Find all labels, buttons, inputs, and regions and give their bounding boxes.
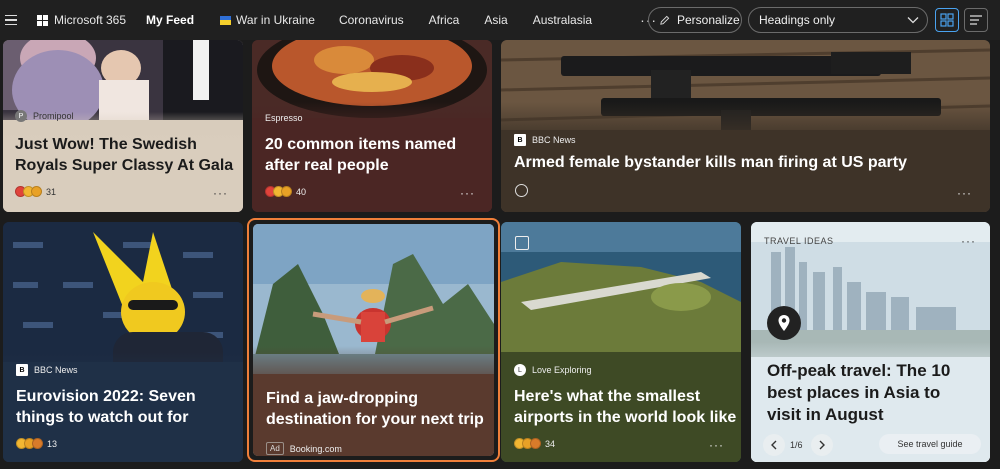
ukraine-flag-icon <box>220 15 232 25</box>
view-mode-select[interactable]: Headings only <box>748 7 928 33</box>
ad-card-booking[interactable]: Find a jaw-dropping destination for your… <box>247 218 500 462</box>
nav-label: Australasia <box>532 13 593 27</box>
carousel-prev-button[interactable] <box>763 434 785 456</box>
source-name: Love Exploring <box>532 365 592 375</box>
card-more-icon[interactable]: ··· <box>961 234 976 248</box>
personalize-button[interactable]: Personalize <box>648 7 742 33</box>
gallery-icon <box>515 236 529 250</box>
source-name: BBC News <box>532 135 576 145</box>
promipool-logo-icon: P <box>15 110 27 122</box>
source-name: Promipool <box>33 111 74 121</box>
card-more-icon[interactable]: ··· <box>957 186 972 200</box>
advertiser-name: Booking.com <box>289 443 342 454</box>
reaction-emojis-icon <box>16 438 43 449</box>
location-pin-icon <box>767 306 801 340</box>
personalize-label: Personalize <box>677 13 740 27</box>
card-title[interactable]: Here's what the smallest airports in the… <box>514 386 739 428</box>
reaction-emojis-icon <box>15 186 42 197</box>
reactions[interactable]: 31 <box>15 186 56 197</box>
card-title[interactable]: Find a jaw-dropping destination for your… <box>266 388 491 430</box>
news-card-armed-bystander[interactable]: B BBC News Armed female bystander kills … <box>501 40 990 212</box>
chevron-left-icon <box>771 440 777 450</box>
nav-label: Coronavirus <box>338 13 404 27</box>
nav-africa[interactable]: Africa <box>429 0 460 40</box>
nav-asia[interactable]: Asia <box>484 0 507 40</box>
chevron-right-icon <box>819 440 825 450</box>
reaction-count: 34 <box>545 438 556 449</box>
reactions[interactable]: 13 <box>16 438 57 449</box>
card-source: B BBC News <box>514 134 576 146</box>
travel-ideas-card[interactable]: TRAVEL IDEAS ··· Off-peak travel: The 10… <box>751 222 990 462</box>
nav-microsoft-365[interactable]: Microsoft 365 <box>37 0 126 40</box>
nav-war-in-ukraine[interactable]: War in Ukraine <box>220 0 315 40</box>
nav-label: Microsoft 365 <box>54 13 127 27</box>
card-title[interactable]: Armed female bystander kills man firing … <box>514 152 974 173</box>
reaction-count: 13 <box>47 438 58 449</box>
card-title[interactable]: Just Wow! The Swedish Royals Super Class… <box>15 134 235 176</box>
card-title[interactable]: 20 common items named after real people <box>265 134 480 176</box>
news-card-swedish-royals[interactable]: P Promipool Just Wow! The Swedish Royals… <box>3 40 243 212</box>
reaction-count: 40 <box>296 186 307 197</box>
card-source: L Love Exploring <box>514 364 592 376</box>
nav-label: War in Ukraine <box>236 13 315 27</box>
card-source: Espresso <box>265 113 303 123</box>
card-title[interactable]: Eurovision 2022: Seven things to watch o… <box>16 386 236 428</box>
list-view-button[interactable] <box>964 8 988 32</box>
card-category: TRAVEL IDEAS <box>764 236 834 246</box>
ad-attribution: Ad Booking.com <box>266 442 342 455</box>
card-title[interactable]: Off-peak travel: The 10 best places in A… <box>767 360 977 426</box>
ad-badge: Ad <box>266 442 284 455</box>
nav-label: My Feed <box>146 13 195 27</box>
microsoft-logo-icon <box>37 14 48 26</box>
nav-my-feed[interactable]: My Feed <box>146 0 194 40</box>
source-name: BBC News <box>34 365 78 375</box>
card-source: B BBC News <box>16 364 78 376</box>
ad-card-inner: Find a jaw-dropping destination for your… <box>253 224 494 456</box>
reactions[interactable]: 34 <box>514 438 555 449</box>
news-card-eurovision[interactable]: B BBC News Eurovision 2022: Seven things… <box>3 222 243 462</box>
news-feed-app: Microsoft 365 My Feed War in Ukraine Cor… <box>0 0 1000 469</box>
reaction-add-icon[interactable] <box>515 184 528 197</box>
bbc-logo-icon: B <box>16 364 28 376</box>
chevron-down-icon <box>907 17 919 24</box>
list-icon <box>970 15 982 25</box>
reaction-count: 31 <box>46 186 57 197</box>
reaction-emojis-icon <box>265 186 292 197</box>
source-name: Espresso <box>265 113 303 123</box>
view-mode-value: Headings only <box>759 13 836 27</box>
reactions[interactable]: 40 <box>265 186 306 197</box>
nav-coronavirus[interactable]: Coronavirus <box>339 0 404 40</box>
news-card-smallest-airports[interactable]: L Love Exploring Here's what the smalles… <box>501 222 741 462</box>
news-card-common-items[interactable]: Espresso 20 common items named after rea… <box>252 40 492 212</box>
reaction-emojis-icon <box>514 438 541 449</box>
card-more-icon[interactable]: ··· <box>709 438 724 452</box>
grid-view-button[interactable] <box>935 8 959 32</box>
menu-icon[interactable] <box>5 0 25 40</box>
nav-label: Asia <box>484 13 508 27</box>
carousel-next-button[interactable] <box>811 434 833 456</box>
grid-icon <box>940 13 954 27</box>
card-source: P Promipool <box>15 110 74 122</box>
see-travel-guide-button[interactable]: See travel guide <box>879 434 981 454</box>
nav-australasia[interactable]: Australasia <box>533 0 592 40</box>
card-more-icon[interactable]: ··· <box>460 186 475 200</box>
top-navigation-bar: Microsoft 365 My Feed War in Ukraine Cor… <box>0 0 1000 40</box>
card-more-icon[interactable]: ··· <box>213 186 228 200</box>
pencil-icon <box>660 15 670 25</box>
nav-label: Africa <box>428 13 460 27</box>
love-exploring-logo-icon: L <box>514 364 526 376</box>
bbc-logo-icon: B <box>514 134 526 146</box>
nav-links: Microsoft 365 My Feed War in Ukraine Cor… <box>37 0 657 40</box>
carousel-pager: 1/6 <box>790 440 803 450</box>
